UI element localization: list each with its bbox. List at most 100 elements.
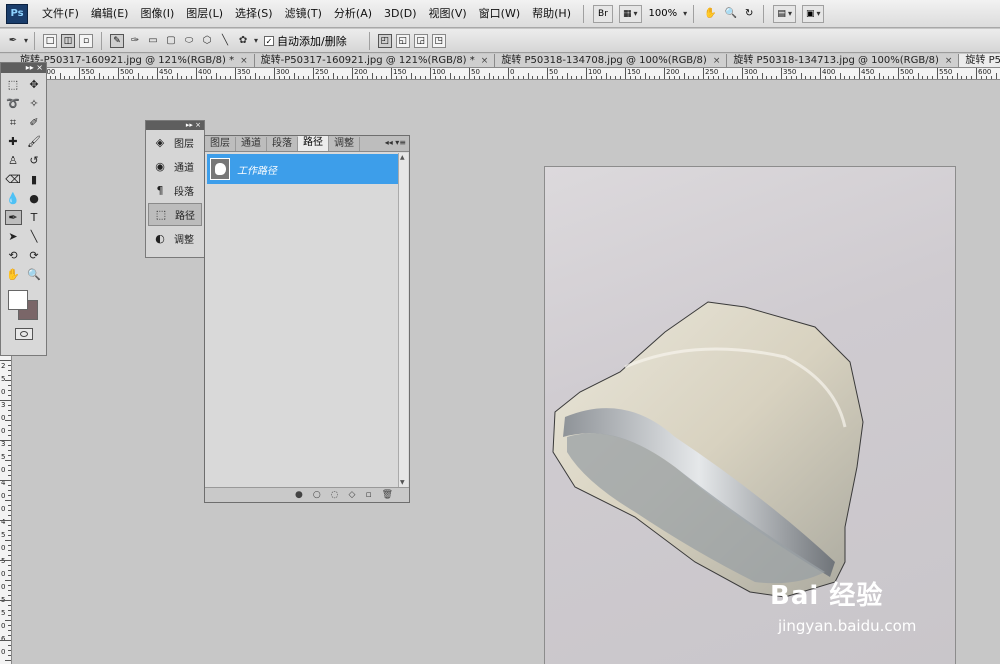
tab-paths[interactable]: 路径 [298, 136, 329, 151]
ellipse-shape-icon[interactable]: ⬭ [182, 34, 196, 48]
freeform-pen-icon[interactable]: ✑ [128, 34, 142, 48]
ruler-major-tick [430, 68, 431, 79]
line-shape-icon[interactable]: ╲ [218, 34, 232, 48]
path-intersect-button[interactable]: ◲ [413, 33, 428, 48]
ruler-label: 550 [939, 68, 953, 76]
menu-image[interactable]: 图像(I) [134, 0, 180, 28]
scroll-down-icon[interactable]: ▼ [400, 479, 405, 486]
magic-wand-tool-icon[interactable]: ✧ [26, 96, 43, 111]
foreground-color-swatch[interactable] [8, 290, 28, 310]
screen-mode-button[interactable]: ▣ ▾ [801, 4, 825, 23]
brush-tool-icon[interactable]: 🖌 [26, 134, 43, 149]
make-work-path-icon[interactable]: ◇ [349, 490, 356, 500]
dock-item-channels[interactable]: ◉ 通道 [146, 155, 204, 178]
dock-item-paths[interactable]: ⬚ 路径 [148, 203, 202, 226]
eyedropper-tool-icon[interactable]: ✐ [26, 115, 43, 130]
pen-mode-button[interactable]: ✎ [110, 33, 125, 48]
bridge-button[interactable]: Br [592, 4, 613, 23]
healing-brush-tool-icon[interactable]: ✚ [5, 134, 22, 149]
paths-mode-button[interactable]: ◫ [61, 33, 76, 48]
new-path-icon[interactable]: ▫ [365, 490, 371, 500]
close-icon[interactable]: × [481, 56, 489, 66]
delete-path-icon[interactable]: 🗑 [382, 490, 393, 500]
zoom-level[interactable]: 100% [649, 8, 678, 19]
menu-help[interactable]: 帮助(H) [526, 0, 577, 28]
document-tab-active[interactable]: 旋转 P50318-134726.jpg @ 100% (图层 0, R [959, 54, 1000, 67]
fill-path-icon[interactable]: ● [295, 490, 303, 500]
dodge-tool-icon[interactable]: ● [26, 191, 43, 206]
paths-scrollbar[interactable]: ▲ ▼ [398, 153, 408, 487]
shape-dropdown-icon[interactable]: ▾ [254, 36, 258, 45]
tab-adjustments[interactable]: 调整 [329, 137, 360, 151]
path-list-item[interactable]: 工作路径 [207, 154, 399, 184]
close-icon[interactable]: × [945, 56, 953, 66]
ruler-minor-tick [93, 76, 95, 79]
marquee-tool-icon[interactable]: ⬚ [5, 77, 22, 92]
path-add-button[interactable]: ◰ [377, 33, 392, 48]
menu-filter[interactable]: 滤镜(T) [279, 0, 328, 28]
menu-file[interactable]: 文件(F) [36, 0, 85, 28]
dock-item-layers[interactable]: ◈ 图层 [146, 131, 204, 154]
history-brush-tool-icon[interactable]: ↺ [26, 153, 43, 168]
3d-rotate-tool-icon[interactable]: ⟲ [5, 248, 22, 263]
dock-header[interactable]: ▸▸ × [146, 121, 204, 130]
arrange-documents-button[interactable]: ▤ ▾ [773, 4, 796, 23]
rounded-rectangle-icon[interactable]: ▢ [164, 34, 178, 48]
custom-shape-icon[interactable]: ✿ [236, 34, 250, 48]
hand-tool-icon[interactable]: ✋ [5, 267, 22, 282]
ruler-label: 350 [237, 68, 251, 76]
gradient-tool-icon[interactable]: ▮ [26, 172, 43, 187]
rectangle-shape-icon[interactable]: ▭ [146, 34, 160, 48]
pen-tool-icon[interactable]: ✒ [4, 210, 22, 225]
ruler-tick [8, 405, 11, 406]
polygon-shape-icon[interactable]: ⬡ [200, 34, 214, 48]
zoom-tool-icon[interactable]: 🔍 [725, 8, 737, 19]
move-tool-icon[interactable]: ✥ [26, 77, 43, 92]
menu-window[interactable]: 窗口(W) [473, 0, 526, 28]
menu-analysis[interactable]: 分析(A) [328, 0, 378, 28]
pen-tool-icon[interactable]: ✒ [6, 34, 20, 48]
stroke-path-icon[interactable]: ○ [313, 490, 321, 500]
line-tool-icon[interactable]: ╲ [26, 229, 43, 244]
blur-tool-icon[interactable]: 💧 [5, 191, 22, 206]
fill-pixels-button[interactable]: ▫ [79, 33, 94, 48]
tab-paragraph[interactable]: 段落 [267, 137, 298, 151]
dock-item-paragraph[interactable]: ¶ 段落 [146, 179, 204, 202]
lasso-tool-icon[interactable]: ➰ [5, 96, 22, 111]
auto-add-delete-checkbox[interactable]: ✓ [264, 35, 275, 46]
path-subtract-button[interactable]: ◱ [395, 33, 410, 48]
zoom-tool-icon[interactable]: 🔍 [26, 267, 43, 282]
tool-preset-dropdown-icon[interactable]: ▾ [24, 36, 28, 45]
mini-bridge-button[interactable]: ▦ ▾ [618, 4, 642, 23]
crop-tool-icon[interactable]: ⌗ [5, 115, 22, 130]
tab-channels[interactable]: 通道 [236, 137, 267, 151]
document-tab[interactable]: 旋转-P50317-160921.jpg @ 121%(RGB/8) * × [254, 54, 496, 67]
dock-item-adjustments[interactable]: ◐ 调整 [146, 227, 204, 250]
ruler-minor-tick [113, 76, 115, 79]
tools-panel-header[interactable]: ▸▸ × [1, 63, 46, 73]
menu-layer[interactable]: 图层(L) [180, 0, 229, 28]
3d-orbit-tool-icon[interactable]: ⟳ [26, 248, 43, 263]
close-icon[interactable]: × [713, 56, 721, 66]
scroll-up-icon[interactable]: ▲ [400, 154, 405, 161]
hand-tool-icon[interactable]: ✋ [704, 8, 716, 19]
clone-stamp-tool-icon[interactable]: ♙ [5, 153, 22, 168]
path-exclude-button[interactable]: ◳ [431, 33, 446, 48]
type-tool-icon[interactable]: T [26, 210, 43, 225]
quick-mask-button[interactable] [14, 328, 33, 340]
load-selection-icon[interactable]: ◌ [331, 490, 339, 500]
close-icon[interactable]: × [240, 56, 248, 66]
menu-edit[interactable]: 编辑(E) [85, 0, 135, 28]
menu-3d[interactable]: 3D(D) [378, 0, 423, 28]
tab-layers[interactable]: 图层 [205, 137, 236, 151]
panel-menu-button[interactable]: ◂◂ ▾≡ [385, 138, 406, 147]
menu-view[interactable]: 视图(V) [423, 0, 473, 28]
document-tab[interactable]: 旋转 P50318-134708.jpg @ 100%(RGB/8) × [495, 54, 728, 67]
menu-select[interactable]: 选择(S) [229, 0, 279, 28]
path-selection-tool-icon[interactable]: ➤ [5, 229, 22, 244]
document-tab[interactable]: 旋转 P50318-134713.jpg @ 100%(RGB/8) × [727, 54, 960, 67]
eraser-tool-icon[interactable]: ⌫ [5, 172, 22, 187]
shape-layers-button[interactable]: □ [43, 33, 58, 48]
rotate-view-icon[interactable]: ↻ [745, 8, 753, 19]
zoom-dropdown-icon[interactable]: ▾ [683, 9, 687, 18]
